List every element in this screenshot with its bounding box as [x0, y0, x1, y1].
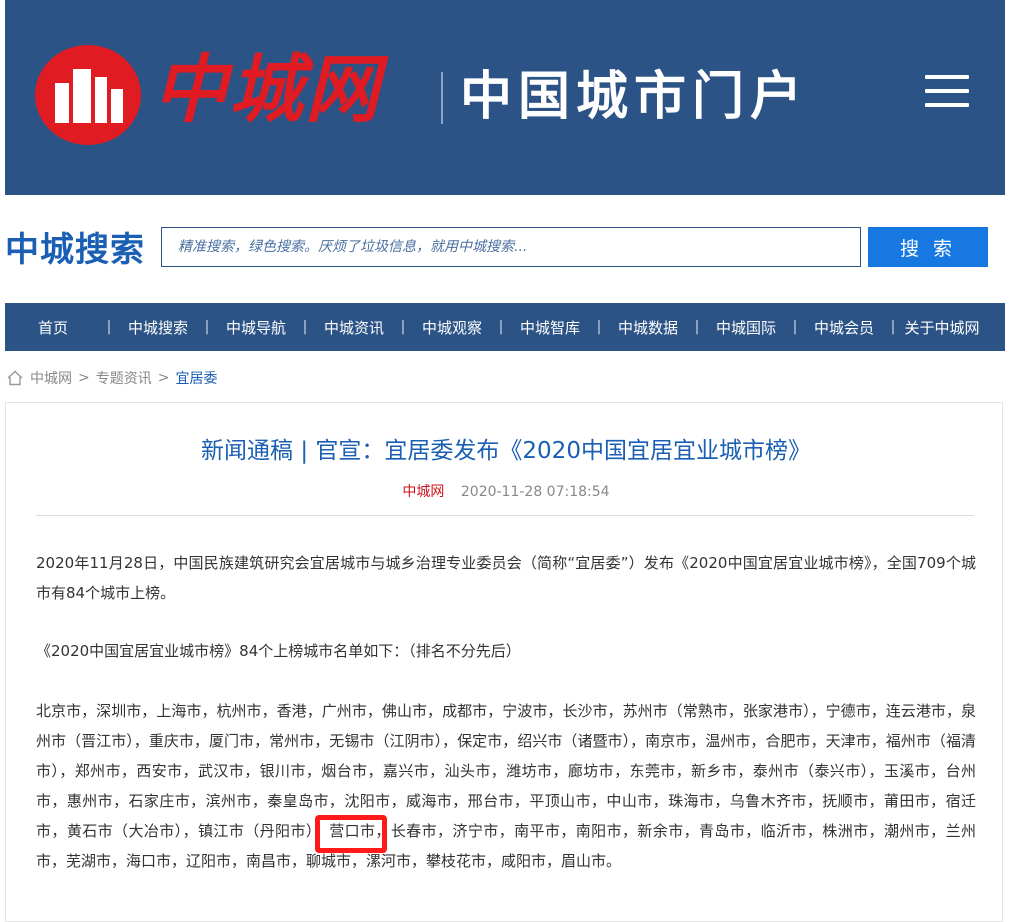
nav-separator: |: [498, 319, 504, 335]
nav-separator: |: [204, 319, 210, 335]
hamburger-menu-icon[interactable]: [925, 73, 969, 109]
site-slogan: 中国城市门户: [460, 67, 809, 127]
article-title: 新闻通稿 | 官宣：宜居委发布《2020中国宜居宜业城市榜》: [201, 438, 811, 464]
nav-separator: |: [890, 319, 896, 335]
article-paragraph-city-list: 北京市，深圳市，上海市，杭州市，香港，广州市，佛山市，成都市，宁波市，长沙市，苏…: [36, 702, 976, 870]
site-logo-text[interactable]: 中城网: [153, 40, 381, 140]
nav-item-members[interactable]: 中城会员: [803, 317, 885, 338]
article-divider: [36, 515, 974, 516]
breadcrumb-current[interactable]: 宜居委: [175, 368, 217, 388]
article-meta: 中城网 2020-11-28 07:18:54: [6, 481, 1006, 501]
search-input[interactable]: [161, 227, 861, 267]
highlight-annotation-box: [315, 815, 387, 853]
search-brand-title: 中城搜索: [5, 230, 145, 270]
article-paragraph-list-heading: 《2020中国宜居宜业城市榜》84个上榜城市名单如下：（排名不分先后）: [36, 642, 521, 660]
article-container: 新闻通稿 | 官宣：宜居委发布《2020中国宜居宜业城市榜》 中城网 2020-…: [5, 402, 1003, 922]
nav-item-about[interactable]: 关于中城网: [901, 317, 983, 338]
nav-item-search[interactable]: 中城搜索: [117, 317, 199, 338]
article-paragraph-intro: 2020年11月28日，中国民族建筑研究会宜居城市与城乡治理专业委员会（简称“宜…: [36, 554, 976, 602]
breadcrumb-home[interactable]: 中城网: [30, 368, 72, 388]
article-source[interactable]: 中城网: [402, 484, 444, 500]
nav-separator: |: [106, 319, 112, 335]
nav-item-observation[interactable]: 中城观察: [411, 317, 493, 338]
nav-separator: |: [400, 319, 406, 335]
nav-item-international[interactable]: 中城国际: [705, 317, 787, 338]
nav-separator: |: [302, 319, 308, 335]
breadcrumb: 中城网 > 专题资讯 > 宜居委: [6, 368, 217, 388]
nav-separator: |: [694, 319, 700, 335]
nav-item-data[interactable]: 中城数据: [607, 317, 689, 338]
nav-separator: |: [596, 319, 602, 335]
breadcrumb-topics[interactable]: 专题资讯: [96, 368, 152, 388]
home-icon[interactable]: [6, 369, 24, 387]
site-header: 中城网 中国城市门户: [5, 0, 1005, 195]
header-divider: [441, 72, 443, 124]
nav-item-think-tank[interactable]: 中城智库: [509, 317, 591, 338]
breadcrumb-separator: >: [78, 370, 90, 386]
nav-item-navigation[interactable]: 中城导航: [215, 317, 297, 338]
article-timestamp: 2020-11-28 07:18:54: [460, 484, 610, 500]
nav-item-news[interactable]: 中城资讯: [313, 317, 395, 338]
nav-item-home[interactable]: 首页: [5, 317, 101, 338]
breadcrumb-separator: >: [157, 370, 170, 386]
logo-emblem-icon[interactable]: [35, 45, 141, 145]
nav-separator: |: [792, 319, 798, 335]
main-nav: 首页 | 中城搜索 | 中城导航 | 中城资讯 | 中城观察 | 中城智库 | …: [5, 303, 1005, 351]
search-button[interactable]: 搜 索: [868, 227, 988, 267]
